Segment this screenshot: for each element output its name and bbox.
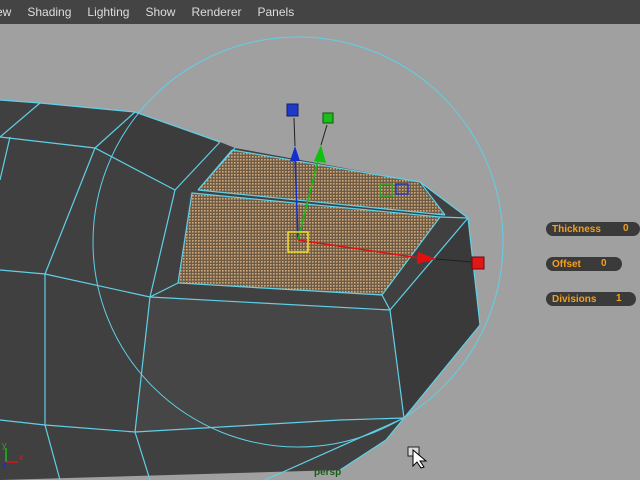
menu-show[interactable]: Show <box>139 5 181 19</box>
thickness-label: Thickness <box>552 223 601 235</box>
divisions-slider[interactable]: Divisions 1 <box>546 292 636 306</box>
thickness-value: 0 <box>623 223 629 234</box>
axis-x-label: x <box>19 452 24 462</box>
camera-label: persp <box>314 467 342 478</box>
divisions-label: Divisions <box>552 293 597 305</box>
thickness-slider[interactable]: Thickness 0 <box>546 222 640 236</box>
menu-shading[interactable]: Shading <box>21 5 77 19</box>
mesh-face-front <box>135 297 404 432</box>
menu-panels[interactable]: Panels <box>252 5 301 19</box>
offset-label: Offset <box>552 258 581 270</box>
arrow-pointer-icon <box>407 446 428 469</box>
menu-renderer[interactable]: Renderer <box>185 5 247 19</box>
panel-menu-bar: ew Shading Lighting Show Renderer Panels <box>0 0 640 24</box>
offset-slider[interactable]: Offset 0 <box>546 257 622 271</box>
menu-view[interactable]: ew <box>0 5 17 19</box>
menu-lighting[interactable]: Lighting <box>81 5 135 19</box>
perspective-viewport[interactable] <box>0 24 640 480</box>
offset-value: 0 <box>601 258 607 269</box>
divisions-value: 1 <box>616 293 622 304</box>
axis-y-label: y <box>2 440 7 450</box>
